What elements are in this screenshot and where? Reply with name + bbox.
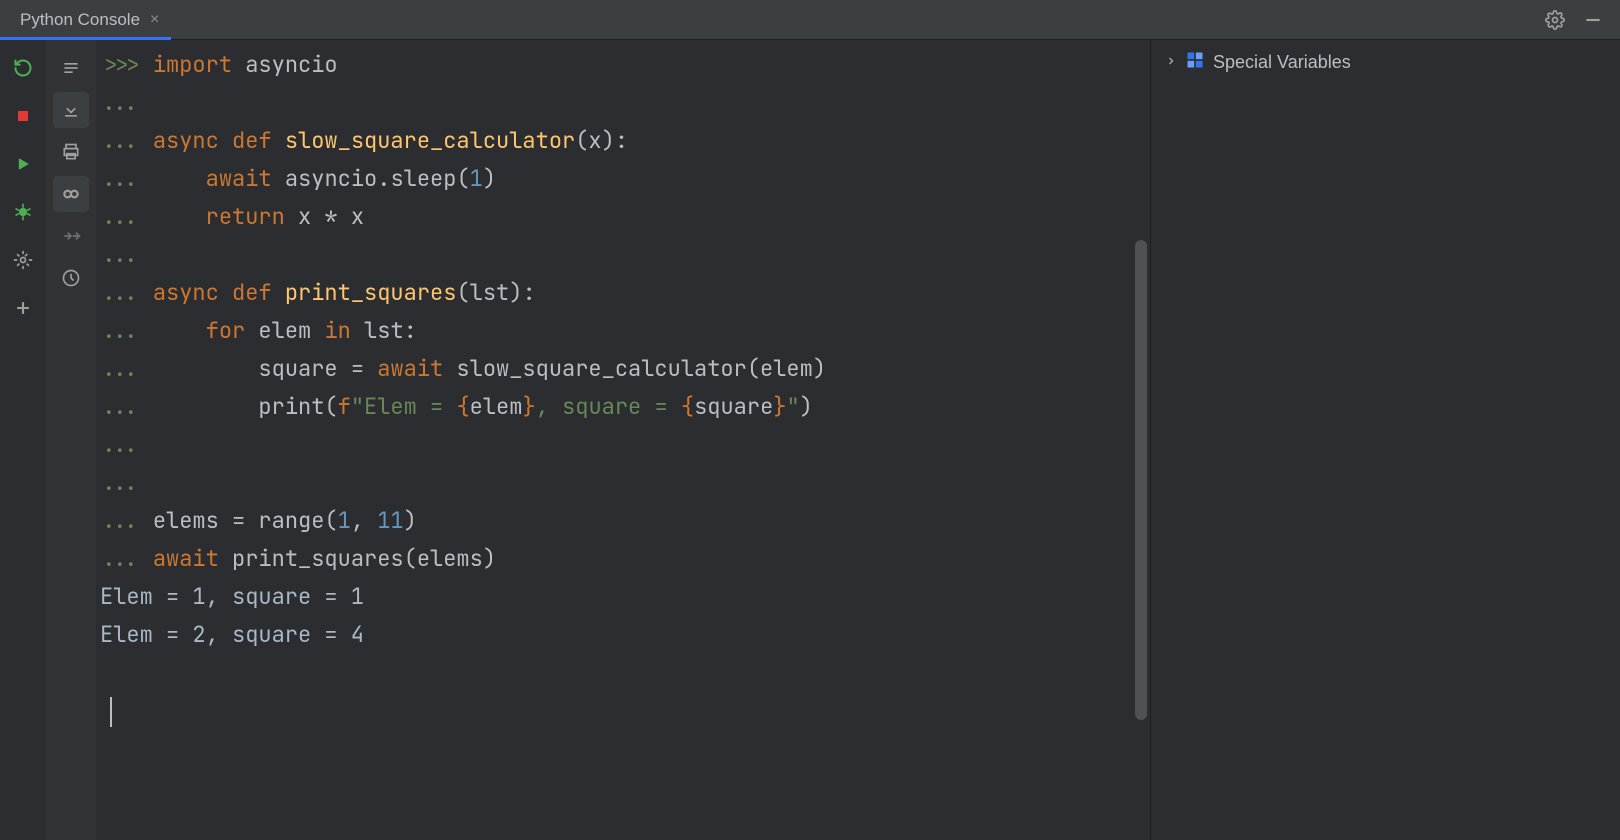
blank-line xyxy=(100,654,1150,692)
main-area: >>> import asyncio... ... async def slow… xyxy=(0,40,1620,840)
scrollbar-thumb[interactable] xyxy=(1135,240,1147,720)
code-line: ... square = await slow_square_calculato… xyxy=(100,350,1150,388)
stop-icon[interactable] xyxy=(5,98,41,134)
console-editor[interactable]: >>> import asyncio... ... async def slow… xyxy=(96,40,1150,840)
history-icon[interactable] xyxy=(53,260,89,296)
code-line: ... xyxy=(100,426,1150,464)
inspect-icon[interactable] xyxy=(53,176,89,212)
output-line: Elem = 2, square = 4 xyxy=(100,616,1150,654)
code-line: ... for elem in lst: xyxy=(100,312,1150,350)
tab-title: Python Console xyxy=(20,10,140,30)
close-icon[interactable]: × xyxy=(150,11,159,29)
tab-python-console[interactable]: Python Console × xyxy=(0,0,171,39)
run-icon[interactable] xyxy=(5,146,41,182)
special-variables-label: Special Variables xyxy=(1213,52,1351,73)
code-line: ... xyxy=(100,464,1150,502)
toolbar-left-2 xyxy=(46,40,96,840)
text-caret xyxy=(110,697,112,727)
variables-grid-icon xyxy=(1185,50,1205,75)
chevron-right-icon xyxy=(1165,54,1177,71)
code-line: ... xyxy=(100,84,1150,122)
console-editor-wrap: >>> import asyncio... ... async def slow… xyxy=(96,40,1150,840)
step-icon[interactable] xyxy=(53,218,89,254)
settings-icon[interactable] xyxy=(5,242,41,278)
code-line: ... async def print_squares(lst): xyxy=(100,274,1150,312)
tab-bar: Python Console × xyxy=(0,0,1620,40)
toolbar-left-1 xyxy=(0,40,46,840)
rerun-icon[interactable] xyxy=(5,50,41,86)
scroll-to-end-icon[interactable] xyxy=(53,92,89,128)
code-line: ... elems = range(1, 11) xyxy=(100,502,1150,540)
minimize-icon[interactable] xyxy=(1582,9,1604,31)
caret-line[interactable] xyxy=(100,692,1150,730)
code-line: ... print(f"Elem = {elem}, square = {squ… xyxy=(100,388,1150,426)
debug-icon[interactable] xyxy=(5,194,41,230)
code-line: ... xyxy=(100,236,1150,274)
gear-icon[interactable] xyxy=(1544,9,1566,31)
print-icon[interactable] xyxy=(53,134,89,170)
code-line: ... await print_squares(elems) xyxy=(100,540,1150,578)
code-line: ... async def slow_square_calculator(x): xyxy=(100,122,1150,160)
special-variables-row[interactable]: Special Variables xyxy=(1165,50,1606,75)
soft-wrap-icon[interactable] xyxy=(53,50,89,86)
code-line: ... await asyncio.sleep(1) xyxy=(100,160,1150,198)
code-line: >>> import asyncio xyxy=(100,46,1150,84)
variables-panel: Special Variables xyxy=(1150,40,1620,840)
code-line: ... return x * x xyxy=(100,198,1150,236)
output-line: Elem = 1, square = 1 xyxy=(100,578,1150,616)
add-icon[interactable] xyxy=(5,290,41,326)
